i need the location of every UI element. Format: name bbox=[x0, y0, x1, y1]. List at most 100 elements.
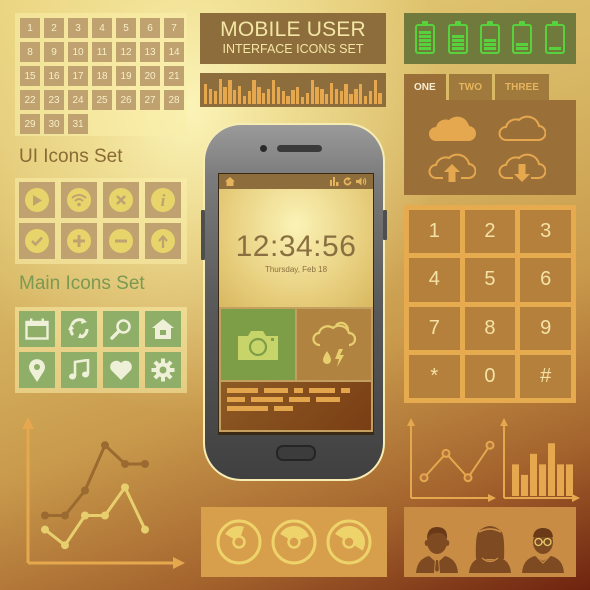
equalizer-bar-level bbox=[368, 91, 373, 104]
calendar-day[interactable]: 15 bbox=[20, 66, 40, 86]
calendar-day[interactable]: 14 bbox=[164, 42, 184, 62]
ui-tile-minus[interactable] bbox=[103, 223, 139, 259]
battery-cell bbox=[483, 46, 496, 50]
ui-tile-check[interactable] bbox=[19, 223, 55, 259]
cloud-upload-icon bbox=[428, 153, 476, 182]
calendar-day[interactable]: 13 bbox=[140, 42, 160, 62]
home-button[interactable] bbox=[276, 445, 316, 461]
battery-cell bbox=[419, 42, 432, 46]
ui-tile-plus[interactable] bbox=[61, 223, 97, 259]
main-tile-music[interactable] bbox=[61, 352, 97, 388]
keypad-key[interactable]: 1 bbox=[409, 210, 460, 254]
calendar-day[interactable]: 22 bbox=[20, 90, 40, 110]
main-tile-calendar[interactable] bbox=[19, 311, 55, 347]
news-text-placeholder bbox=[227, 388, 258, 393]
bar bbox=[539, 464, 546, 496]
music-note-icon bbox=[69, 359, 90, 380]
calendar-day[interactable]: 6 bbox=[140, 18, 160, 38]
volume-icon bbox=[356, 177, 367, 186]
status-icons bbox=[330, 177, 367, 186]
calendar-day[interactable]: 27 bbox=[140, 90, 160, 110]
calendar-day[interactable]: 8 bbox=[20, 42, 40, 62]
ui-tile-close[interactable] bbox=[103, 182, 139, 218]
calendar-day[interactable]: 7 bbox=[164, 18, 184, 38]
tab-one[interactable]: ONE bbox=[404, 74, 446, 100]
calendar-day[interactable]: 25 bbox=[92, 90, 112, 110]
keypad-key[interactable]: # bbox=[520, 354, 571, 398]
equalizer-bar-level bbox=[339, 91, 343, 104]
keypad-key[interactable]: 6 bbox=[520, 258, 571, 302]
app-tiles bbox=[219, 307, 373, 382]
weather-storm-icon bbox=[312, 321, 357, 367]
calendar-day[interactable]: 12 bbox=[116, 42, 136, 62]
gauge-hub bbox=[287, 535, 301, 549]
ui-tile-wifi[interactable] bbox=[61, 182, 97, 218]
tab-bar: ONE TWO THREE bbox=[404, 74, 549, 100]
calendar-day[interactable]: 18 bbox=[92, 66, 112, 86]
ui-tile-info[interactable]: i bbox=[145, 182, 181, 218]
calendar-day[interactable]: 2 bbox=[44, 18, 64, 38]
keypad-key[interactable]: 7 bbox=[409, 306, 460, 350]
home-icon[interactable] bbox=[225, 177, 235, 186]
power-button[interactable] bbox=[383, 210, 387, 240]
tab-two[interactable]: TWO bbox=[448, 74, 492, 100]
calendar-day[interactable]: 10 bbox=[68, 42, 88, 62]
main-tile-home[interactable] bbox=[145, 311, 181, 347]
ui-tile-arrow-up[interactable] bbox=[145, 223, 181, 259]
calendar-day[interactable]: 24 bbox=[68, 90, 88, 110]
calendar-day[interactable]: 20 bbox=[140, 66, 160, 86]
camera-tile[interactable] bbox=[221, 309, 295, 380]
battery-cell bbox=[419, 34, 432, 38]
calendar-day[interactable]: 4 bbox=[92, 18, 112, 38]
calendar-day[interactable]: 3 bbox=[68, 18, 88, 38]
ui-tile-play[interactable] bbox=[19, 182, 55, 218]
equalizer-bar-level bbox=[237, 85, 242, 104]
calendar-day[interactable]: 11 bbox=[92, 42, 112, 62]
calendar-day[interactable]: 23 bbox=[44, 90, 64, 110]
calendar-day[interactable]: 9 bbox=[44, 42, 64, 62]
bar bbox=[548, 443, 555, 496]
calendar-day[interactable]: 5 bbox=[116, 18, 136, 38]
calendar-day[interactable]: 30 bbox=[44, 114, 64, 134]
calendar-day[interactable]: 17 bbox=[68, 66, 88, 86]
main-tile-location[interactable] bbox=[19, 352, 55, 388]
calendar-day[interactable]: 31 bbox=[68, 114, 88, 134]
calendar-day[interactable]: 21 bbox=[164, 66, 184, 86]
gauges-panel bbox=[201, 507, 387, 577]
calendar-day[interactable]: 28 bbox=[164, 90, 184, 110]
news-text-placeholder bbox=[340, 388, 351, 393]
banner-title: MOBILE USER bbox=[220, 18, 366, 41]
main-tile-heart[interactable] bbox=[103, 352, 139, 388]
calendar-day[interactable]: 29 bbox=[20, 114, 40, 134]
battery-icon bbox=[415, 20, 436, 54]
main-tile-settings[interactable] bbox=[145, 352, 181, 388]
calendar-day[interactable]: 16 bbox=[44, 66, 64, 86]
calendar-day[interactable]: 19 bbox=[116, 66, 136, 86]
main-tile-refresh[interactable] bbox=[61, 311, 97, 347]
weather-tile[interactable] bbox=[297, 309, 371, 380]
keypad-key[interactable]: 9 bbox=[520, 306, 571, 350]
keypad-key[interactable]: 3 bbox=[520, 210, 571, 254]
tab-three[interactable]: THREE bbox=[495, 74, 549, 100]
main-tile-search[interactable] bbox=[103, 311, 139, 347]
keypad-key[interactable]: 0 bbox=[464, 354, 516, 398]
gauge-icon bbox=[271, 519, 317, 565]
keypad-key[interactable]: * bbox=[409, 354, 460, 398]
equalizer-bar-level bbox=[223, 87, 227, 104]
y-axis-arrow bbox=[500, 418, 508, 426]
calendar-day[interactable]: 26 bbox=[116, 90, 136, 110]
volume-button[interactable] bbox=[201, 210, 205, 260]
battery-cell bbox=[451, 34, 464, 38]
arrow-up-icon bbox=[151, 229, 175, 253]
keypad-key[interactable]: 4 bbox=[409, 258, 460, 302]
keypad-key[interactable]: 5 bbox=[464, 258, 516, 302]
news-line bbox=[227, 388, 365, 393]
keypad-key[interactable]: 2 bbox=[464, 210, 516, 254]
data-point bbox=[61, 511, 69, 520]
news-tile[interactable] bbox=[219, 382, 373, 432]
calendar-day[interactable]: 1 bbox=[20, 18, 40, 38]
keypad-key[interactable]: 8 bbox=[464, 306, 516, 350]
clock-date: Thursday, Feb 18 bbox=[264, 265, 328, 274]
equalizer-bar-level bbox=[213, 91, 218, 104]
equalizer-bar-level bbox=[276, 87, 280, 104]
